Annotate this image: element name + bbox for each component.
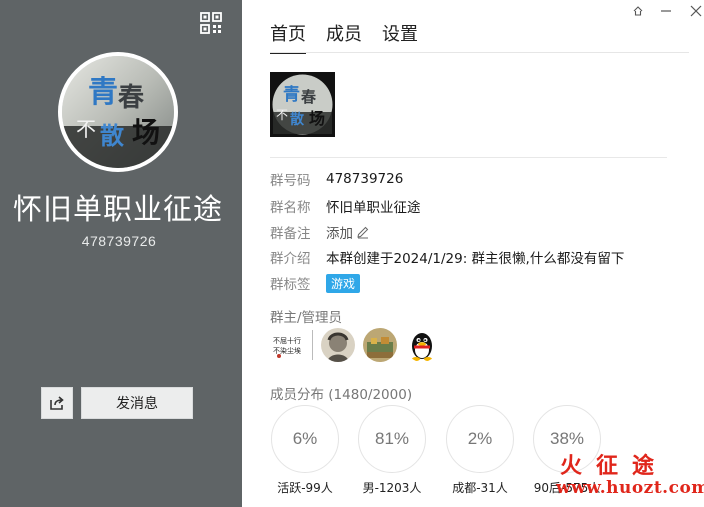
group-intro-value: 本群创建于2024/1/29: 群主很懒,什么都没有留下 [326,251,625,267]
gender-stat-circle[interactable]: 81% [358,405,426,473]
pin-icon[interactable] [632,4,646,18]
group-code-value: 478739726 [326,171,404,187]
share-icon [50,396,64,410]
region-percent: 2% [467,429,493,448]
svg-text:春: 春 [301,88,316,106]
gender-percent: 81% [374,429,410,448]
group-name-value: 怀旧单职业征途 [326,200,421,216]
region-label: 成都-31人 [452,481,508,495]
tab-home[interactable]: 首页 [270,20,306,54]
group-name-row: 群名称 怀旧单职业征途 [270,196,421,216]
share-button[interactable] [41,387,73,419]
admin-avatar-owner[interactable]: 不屈十行 不染尘埃 [270,328,304,362]
group-id-text: 478739726 [81,233,157,249]
group-avatar-small[interactable]: 青 春 不 散 场 [270,72,335,137]
site-watermark: 火征途 www.huozt.com [538,448,704,498]
watermark-url: www.huozt.com [556,478,704,498]
tab-divider [270,52,689,53]
tab-settings[interactable]: 设置 [382,20,418,54]
group-avatar[interactable]: 青 春 不 散 场 [58,52,178,172]
gender-label: 男-1203人 [362,481,422,495]
add-remark-link[interactable]: 添加 [326,222,353,242]
group-name-title: 怀旧单职业征途 [12,192,223,226]
svg-text:不屈十行: 不屈十行 [273,336,301,345]
group-remark-row: 群备注 添加 [270,222,370,242]
distribution-title: 成员分布 (1480/2000) [270,387,413,403]
qr-code-icon[interactable] [200,12,222,34]
svg-text:青: 青 [283,84,300,105]
minimize-icon[interactable] [660,4,674,18]
active-percent: 6% [292,429,318,448]
active-stat-circle[interactable]: 6% [271,405,339,473]
svg-text:青: 青 [88,75,118,110]
group-code-label: 群号码 [270,173,311,189]
svg-text:场: 场 [132,116,160,149]
group-name-label: 群名称 [270,200,311,216]
admin-divider [312,330,313,360]
admin-avatar[interactable] [363,328,397,362]
tab-bar: 首页 成员 设置 [270,20,438,54]
group-remark-label: 群备注 [270,226,311,242]
group-tags-row: 群标签 游戏 [270,273,361,293]
svg-text:不: 不 [276,108,288,122]
tag-badge[interactable]: 游戏 [326,273,361,293]
group-intro-label: 群介绍 [270,251,311,267]
svg-text:不: 不 [76,117,96,141]
send-message-button[interactable]: 发消息 [81,387,193,419]
close-icon[interactable] [690,4,704,18]
age-percent: 38% [549,429,585,448]
group-intro-row: 群介绍 本群创建于2024/1/29: 群主很懒,什么都没有留下 [270,247,624,267]
watermark-title: 火征途 [560,453,669,479]
admin-list: 不屈十行 不染尘埃 [270,328,439,362]
admin-avatar-penguin[interactable] [405,328,439,362]
tab-members[interactable]: 成员 [326,20,362,54]
group-tags-label: 群标签 [270,277,311,293]
left-panel: 青 春 不 散 场 怀旧单职业征途 478739726 发消息 [0,0,242,507]
group-code-row: 群号码 478739726 [270,169,403,189]
section-divider [270,157,667,158]
admins-title: 群主/管理员 [270,310,343,326]
svg-text:春: 春 [118,83,144,113]
svg-text:散: 散 [290,111,305,128]
active-label: 活跃-99人 [277,481,333,495]
svg-text:不染尘埃: 不染尘埃 [273,346,301,355]
svg-text:散: 散 [100,121,124,150]
edit-icon[interactable] [356,225,370,239]
admin-avatar[interactable] [321,328,355,362]
region-stat-circle[interactable]: 2% [446,405,514,473]
svg-text:场: 场 [309,109,325,128]
